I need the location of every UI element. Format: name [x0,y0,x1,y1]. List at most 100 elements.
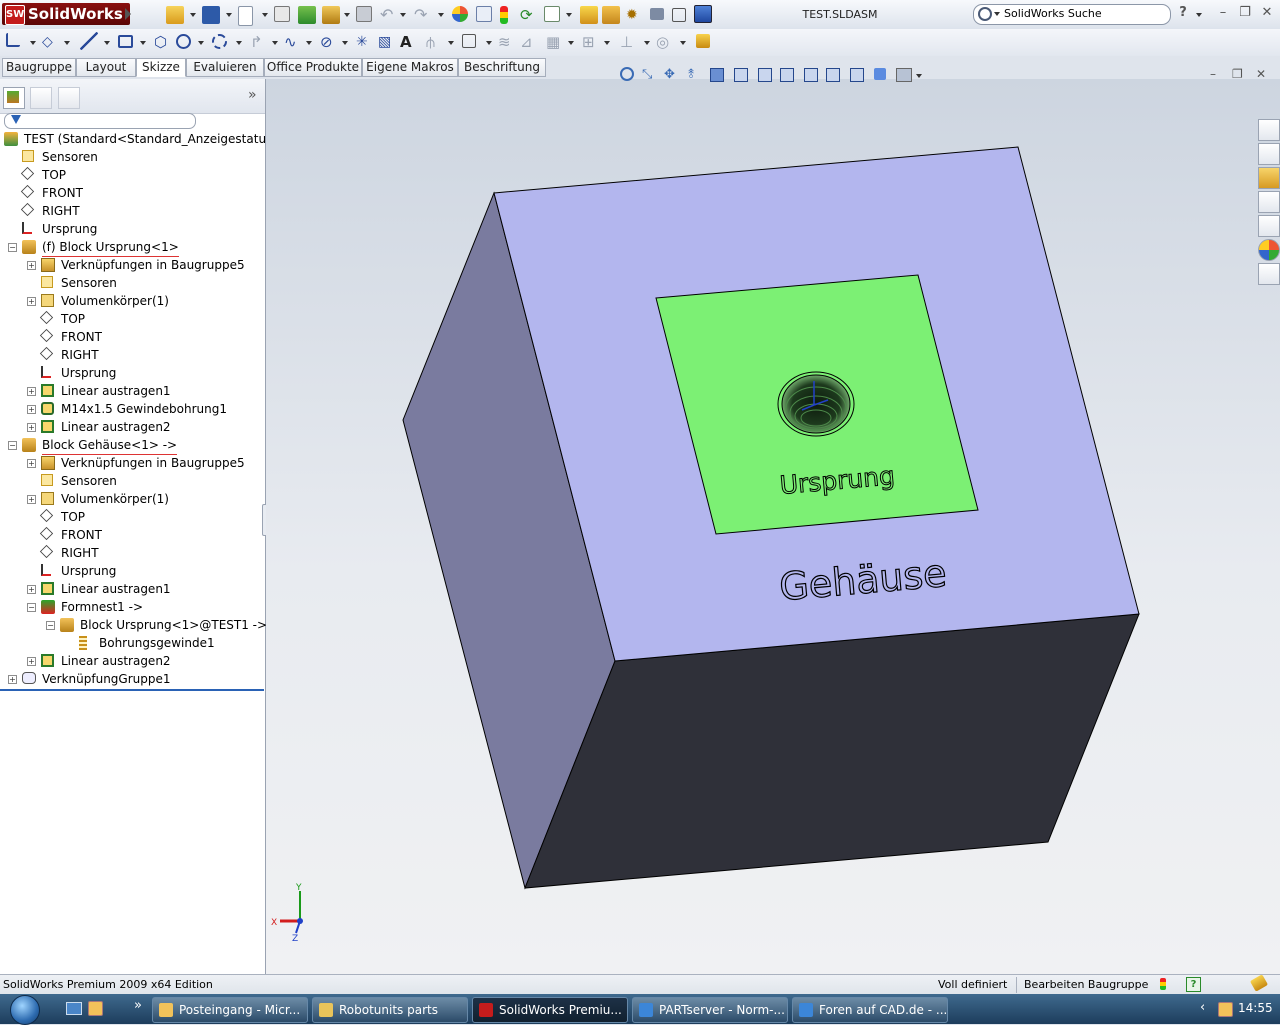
menu-flyout-arrow-icon[interactable] [125,8,131,20]
view-palette-icon[interactable] [1258,215,1280,237]
repair-sketch-icon[interactable]: ◎ [656,34,674,52]
align-icon[interactable] [602,6,620,24]
smart-dimension-icon[interactable]: ◇ [42,34,60,52]
tab-beschriftung[interactable]: Beschriftung [458,58,546,77]
collapse-icon[interactable]: − [8,441,17,450]
tree-item[interactable]: Ursprung [0,220,264,238]
appearance-icon[interactable] [452,6,468,22]
tab-evaluieren[interactable]: Evaluieren [186,58,264,77]
restore-button[interactable]: ❐ [1238,6,1252,20]
traffic-light-icon[interactable] [500,6,508,24]
tree-item[interactable]: TEST (Standard<Standard_Anzeigestatus-1>… [0,130,299,148]
circle-icon[interactable] [176,34,191,49]
property-manager-tab-icon[interactable] [30,87,52,109]
trim-icon[interactable]: ⫛ [426,34,444,52]
tray-expand-icon[interactable]: ‹ [1200,1000,1205,1015]
line-icon[interactable] [80,32,98,50]
tree-item[interactable]: + Linear austragen1 [0,382,264,400]
minimize-button[interactable]: – [1216,6,1230,20]
expand-icon[interactable]: + [27,585,36,594]
tag-icon[interactable] [1249,974,1269,992]
list-icon[interactable] [544,6,560,22]
move-entities-icon[interactable]: ⊞ [582,34,600,52]
taskbar-item[interactable]: Robotunits parts [312,997,468,1023]
model-view[interactable]: Ursprung Gehäuse [266,79,1280,974]
taskbar-item[interactable]: PARTserver - Norm-... [632,997,788,1023]
tree-item[interactable]: Sensoren [0,274,264,292]
offset-icon[interactable] [462,34,476,48]
tree-item[interactable]: Ursprung [0,562,264,580]
bug-icon[interactable]: ✹ [626,6,644,24]
rectangle-icon[interactable] [118,35,133,48]
tree-item[interactable]: + Verknüpfungen in Baugruppe5 [0,256,264,274]
new-document-icon[interactable] [238,6,253,26]
tree-item[interactable]: TOP [0,166,264,184]
tree-item[interactable]: FRONT [0,328,264,346]
undo-icon[interactable]: ↶ [380,6,398,24]
tree-item[interactable]: − Formnest1 -> [0,598,264,616]
tab-eigene-makros[interactable]: Eigene Makros [362,58,458,77]
ellipse-icon[interactable]: ⊘ [320,34,338,52]
tab-baugruppe[interactable]: Baugruppe [2,58,76,77]
rebuild-status-icon[interactable] [1160,978,1166,990]
search-input[interactable]: SolidWorks Suche [1004,7,1102,20]
filter-icon[interactable] [11,115,21,124]
cube-shaded-icon[interactable] [694,5,712,23]
tree-item[interactable]: + Volumenkörper(1) [0,292,264,310]
close-button[interactable]: ✕ [1260,6,1274,20]
tab-skizze[interactable]: Skizze [136,58,186,77]
print-icon[interactable] [356,6,372,22]
tree-item[interactable]: RIGHT [0,346,264,364]
search-dropdown-icon[interactable] [994,12,1000,16]
text-icon[interactable]: A [400,34,418,52]
camera-icon[interactable] [650,8,664,20]
expand-icon[interactable]: + [27,657,36,666]
tree-item[interactable]: + Verknüpfungen in Baugruppe5 [0,454,264,472]
taskbar-item[interactable]: Posteingang - Micr... [152,997,308,1023]
solidworks-logo[interactable]: SW SolidWorks [2,3,130,25]
point-icon[interactable]: ✳ [356,34,374,52]
collapse-icon[interactable]: − [8,243,17,252]
open-icon[interactable] [166,6,184,24]
pattern-icon[interactable]: ▦ [546,34,564,52]
edit-sketch-icon[interactable] [476,6,492,22]
tree-item[interactable]: Sensoren [0,148,264,166]
sketch-icon[interactable] [6,33,20,47]
tree-item[interactable]: + Volumenkörper(1) [0,490,264,508]
tree-item[interactable]: − (f) Block Ursprung<1> [0,238,264,257]
custom-properties-icon[interactable] [1258,263,1280,285]
tree-item[interactable]: FRONT [0,526,264,544]
expand-icon[interactable]: + [27,387,36,396]
rebuild-icon[interactable] [298,6,316,24]
expand-icon[interactable]: + [27,405,36,414]
expand-icon[interactable]: + [27,459,36,468]
tab-office-produkte[interactable]: Office Produkte [264,58,362,77]
taskbar-item[interactable]: Foren auf CAD.de - ... [792,997,948,1023]
tree-filter-box[interactable] [4,113,196,129]
appearances-icon[interactable] [1258,239,1280,261]
tree-item[interactable]: + Linear austragen2 [0,652,264,670]
tree-item[interactable]: RIGHT [0,544,264,562]
tree-item[interactable]: TOP [0,310,264,328]
centerline-icon[interactable]: ▧ [378,34,396,52]
expand-icon[interactable]: + [27,261,36,270]
design-library-icon[interactable] [1258,143,1280,165]
tray-icon[interactable] [1218,1002,1233,1017]
tree-item[interactable]: − Block Ursprung<1>@TEST1 -> [0,616,267,634]
expand-icon[interactable]: + [27,297,36,306]
tree-item[interactable]: RIGHT [0,202,264,220]
tree-item[interactable]: + Linear austragen1 [0,580,264,598]
collapse-icon[interactable]: − [46,621,55,630]
graphics-area[interactable]: ⤡ ✥ ⥉ – ❐ ✕ Ursprung Gehäuse Y X Z [266,67,1280,974]
relations-icon[interactable]: ⊥ [620,34,638,52]
cube-outline-icon[interactable] [672,8,686,22]
properties-icon[interactable] [274,6,290,22]
solidworks-resources-icon[interactable] [1258,119,1280,141]
search-box[interactable]: SolidWorks Suche [973,4,1171,25]
panel-collapse-icon[interactable]: » [248,87,257,103]
tree-item[interactable]: + Linear austragen2 [0,418,264,436]
rebuild-arrows-icon[interactable]: ⟳ [520,6,538,24]
search-icon[interactable] [978,7,992,21]
tree-item[interactable]: − Block Gehäuse<1> -> [0,436,264,455]
tree-item[interactable]: + VerknüpfungGruppe1 [0,670,264,688]
